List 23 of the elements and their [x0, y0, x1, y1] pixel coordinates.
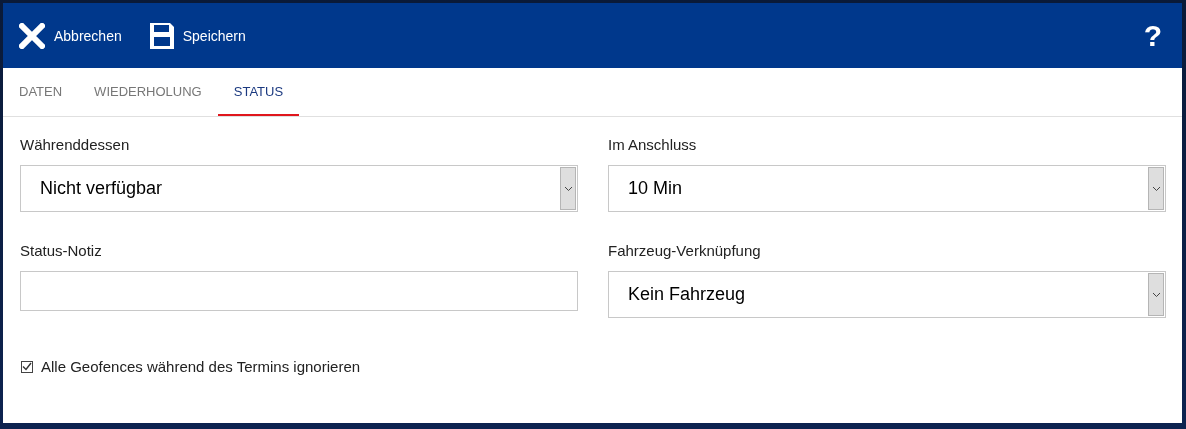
- checkbox-label: Alle Geofences während des Termins ignorieren: [41, 358, 361, 375]
- field-label: Status-Notiz: [20, 242, 103, 259]
- tab[interactable]: WIEDERHOLUNG: [78, 68, 218, 116]
- dropdown-toggle[interactable]: [1148, 167, 1164, 210]
- dropdown[interactable]: 10 Min: [608, 165, 1166, 212]
- dropdown[interactable]: Kein Fahrzeug: [608, 271, 1166, 318]
- cancel-button[interactable]: Abbrechen: [19, 22, 122, 49]
- field-label: Fahrzeug-Verknüpfung: [608, 242, 762, 259]
- help-button[interactable]: ?: [1139, 18, 1166, 53]
- close-icon: [19, 22, 45, 49]
- save-button[interactable]: Speichern: [149, 22, 246, 49]
- tab[interactable]: DATEN: [3, 68, 79, 116]
- dropdown-toggle[interactable]: [560, 167, 576, 210]
- tab[interactable]: STATUS: [217, 68, 300, 116]
- text-field[interactable]: [20, 271, 578, 311]
- chevron-down-icon: [1151, 185, 1161, 192]
- field-label: Im Anschluss: [608, 136, 698, 153]
- chevron-down-icon: [563, 185, 573, 192]
- dropdown-toggle[interactable]: [1148, 273, 1164, 316]
- field-label: Währenddessen: [20, 136, 131, 153]
- checkbox[interactable]: [21, 360, 33, 373]
- chevron-down-icon: [1151, 291, 1161, 298]
- dropdown[interactable]: Nicht verfügbar: [20, 165, 578, 212]
